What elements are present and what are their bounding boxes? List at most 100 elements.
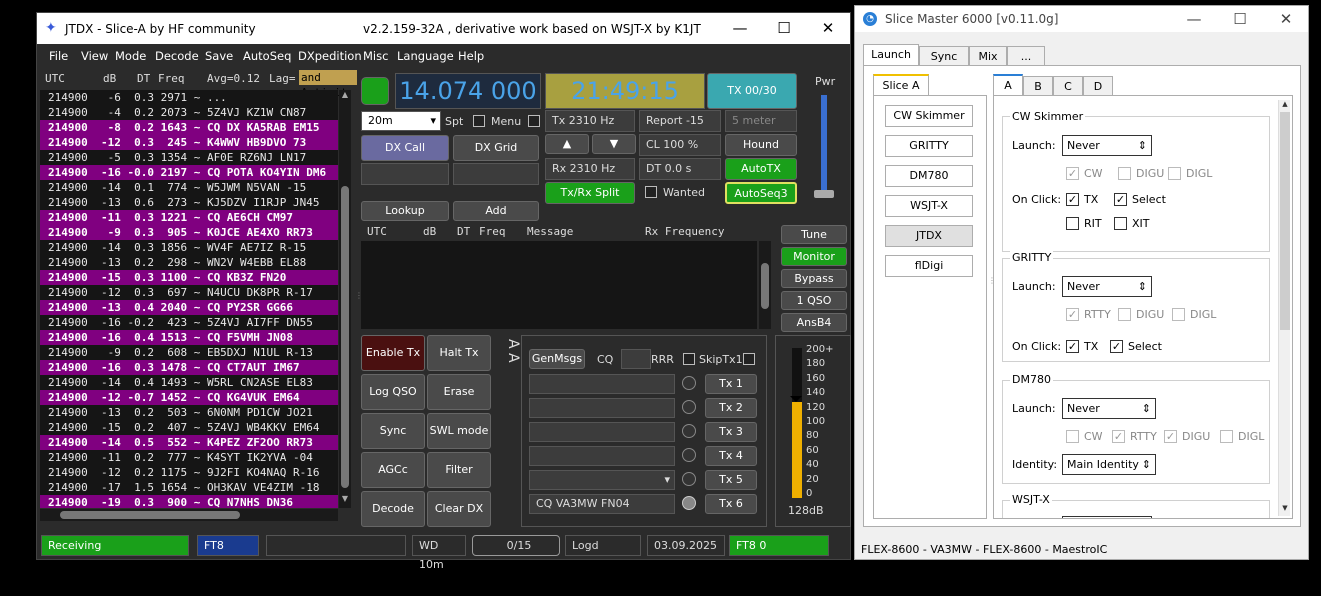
- decode-row[interactable]: 214900 -5 0.3 1354 ~ AF0E RZ6NJ LN17: [40, 150, 338, 165]
- filter-button[interactable]: Filter: [427, 452, 491, 488]
- tx6-message[interactable]: CQ VA3MW FN04: [529, 494, 675, 514]
- decode-row[interactable]: 214900 -9 0.2 608 ~ EB5DXJ N1UL R-13: [40, 345, 338, 360]
- decode-button[interactable]: Decode: [361, 491, 425, 527]
- band-activity-list[interactable]: 214900 -6 0.3 2971 ~ ... 214900 -4 0.2 20…: [40, 90, 338, 508]
- report-field[interactable]: Report -15: [639, 110, 721, 132]
- decode-row[interactable]: 214900 -13 0.6 273 ~ KJ5DZV I1RJP JN45: [40, 195, 338, 210]
- gritty-launch-select[interactable]: Never ⇕: [1062, 276, 1152, 297]
- menu-file[interactable]: File: [49, 49, 68, 63]
- tab-more[interactable]: ...: [1007, 46, 1045, 67]
- decode-row[interactable]: 214900 -14 0.1 774 ~ W5JWM N5VAN -15: [40, 180, 338, 195]
- pwr-slider[interactable]: [821, 95, 827, 195]
- splitter-handle[interactable]: ⋮: [355, 291, 363, 307]
- dt-field[interactable]: DT 0.0 s: [639, 158, 721, 180]
- menu-dxpedition[interactable]: DXpedition: [298, 49, 362, 63]
- wsjt-x-button[interactable]: WSJT-X: [885, 195, 973, 217]
- dx-call-button[interactable]: DX Call: [361, 135, 449, 161]
- decode-row[interactable]: 214900 -13 0.2 503 ~ 6N0NM PD1CW JO21: [40, 405, 338, 420]
- dx-grid-button[interactable]: DX Grid: [453, 135, 539, 161]
- dm780-cw-checkbox[interactable]: [1066, 430, 1079, 443]
- lookup-button[interactable]: Lookup: [361, 201, 449, 221]
- bypass-button[interactable]: Bypass: [781, 269, 847, 288]
- tx3-radio[interactable]: [682, 424, 696, 438]
- settings-scrollbar[interactable]: ▲ ▼: [1278, 100, 1290, 516]
- autotx-button[interactable]: AutoTX: [725, 158, 797, 180]
- decode-row[interactable]: 214900 -11 0.3 1221 ~ CQ AE6CH CM97: [40, 210, 338, 225]
- dm780-rtty-checkbox[interactable]: ✓: [1112, 430, 1125, 443]
- tx4-button[interactable]: Tx 4: [705, 446, 757, 466]
- tx3-button[interactable]: Tx 3: [705, 422, 757, 442]
- menu-mode[interactable]: Mode: [115, 49, 146, 63]
- rx-frequency-list[interactable]: [361, 241, 757, 329]
- minimize-icon[interactable]: —: [1171, 6, 1217, 32]
- erase-button[interactable]: Erase: [427, 374, 491, 410]
- cw-skimmer-button[interactable]: CW Skimmer: [885, 105, 973, 127]
- band-activity-hscroll[interactable]: [40, 509, 338, 521]
- wsjt-x-launch-select[interactable]: [1062, 516, 1152, 518]
- decode-row[interactable]: 214900 -12 -0.7 1452 ~ CQ KG4VUK EM64: [40, 390, 338, 405]
- decode-row[interactable]: 214900 -15 0.3 1100 ~ CQ KB3Z FN20: [40, 270, 338, 285]
- tx2-message[interactable]: [529, 398, 675, 418]
- tx6-button[interactable]: Tx 6: [705, 494, 757, 514]
- tab-b[interactable]: B: [1023, 76, 1053, 97]
- tx3-message[interactable]: [529, 422, 675, 442]
- tab-mix[interactable]: Mix: [969, 46, 1007, 67]
- gritty-select-checkbox[interactable]: ✓: [1110, 340, 1123, 353]
- decode-row[interactable]: 214900 -14 0.5 552 ~ K4PEZ ZF2OO RR73: [40, 435, 338, 450]
- decode-row[interactable]: 214900 -4 0.2 2073 ~ 5Z4VJ KZ1W CN87: [40, 105, 338, 120]
- rx-list-scroll[interactable]: [759, 241, 771, 329]
- decode-row[interactable]: 214900 -12 0.3 697 ~ N4UCU DK8PR R-17: [40, 285, 338, 300]
- minimize-icon[interactable]: —: [717, 13, 763, 44]
- menu-help[interactable]: Help: [458, 49, 484, 63]
- tx1-button[interactable]: Tx 1: [705, 374, 757, 394]
- dx-call-input[interactable]: [361, 163, 449, 185]
- decode-row[interactable]: 214900 -16 0.4 1513 ~ CQ F5VMH JN08: [40, 330, 338, 345]
- tx4-radio[interactable]: [682, 448, 696, 462]
- cw-digl-checkbox[interactable]: [1168, 167, 1181, 180]
- log-qso-button[interactable]: Log QSO: [361, 374, 425, 410]
- decode-row[interactable]: 214900 -19 0.3 900 ~ CQ N7NHS DN36: [40, 495, 338, 508]
- tx2-button[interactable]: Tx 2: [705, 398, 757, 418]
- fldigi-button[interactable]: flDigi: [885, 255, 973, 277]
- spt-checkbox[interactable]: [473, 115, 485, 127]
- tx-frequency[interactable]: Tx 2310 Hz: [545, 110, 635, 132]
- dm780-launch-select[interactable]: Never ⇕: [1062, 398, 1156, 419]
- tab-slice-a[interactable]: Slice A: [873, 74, 929, 96]
- decode-row[interactable]: 214900 -13 0.2 298 ~ WN2V W4EBB EL88: [40, 255, 338, 270]
- ansb4-button[interactable]: AnsB4: [781, 313, 847, 332]
- tab-d[interactable]: D: [1083, 76, 1113, 97]
- jtdx-button[interactable]: JTDX: [885, 225, 973, 247]
- decode-row[interactable]: 214900 -15 0.2 407 ~ 5Z4VJ WB4KKV EM64: [40, 420, 338, 435]
- tx1-message[interactable]: [529, 374, 675, 394]
- agcc-button[interactable]: AGCc: [361, 452, 425, 488]
- clear-dx-button[interactable]: Clear DX: [427, 491, 491, 527]
- cw-rit-checkbox[interactable]: [1066, 217, 1079, 230]
- menu-autoseq[interactable]: AutoSeq: [243, 49, 291, 63]
- decode-row[interactable]: 214900 -17 1.5 1654 ~ OH3KAV VE4ZIM -18: [40, 480, 338, 495]
- decode-row[interactable]: 214900 -9 0.3 905 ~ K0JCE AE4XO RR73: [40, 225, 338, 240]
- halt-tx-button[interactable]: Halt Tx: [427, 335, 491, 371]
- swl-mode-button[interactable]: SWL mode: [427, 413, 491, 449]
- pwr-slider-handle[interactable]: [814, 190, 834, 198]
- add-button[interactable]: Add: [453, 201, 539, 221]
- wanted-checkbox[interactable]: [645, 186, 657, 198]
- hound-button[interactable]: Hound: [725, 134, 797, 156]
- menu-decode[interactable]: Decode: [155, 49, 199, 63]
- tx4-message[interactable]: [529, 446, 675, 466]
- autoseq-button[interactable]: AutoSeq3: [725, 182, 797, 204]
- tab-launch[interactable]: Launch: [863, 44, 919, 66]
- menu-language[interactable]: Language: [397, 49, 454, 63]
- tab-a[interactable]: A: [993, 74, 1023, 96]
- cw-select-checkbox[interactable]: ✓: [1114, 193, 1127, 206]
- cw-digu-checkbox[interactable]: [1118, 167, 1131, 180]
- dm780-button[interactable]: DM780: [885, 165, 973, 187]
- tx-rx-split-button[interactable]: Tx/Rx Split: [545, 182, 635, 204]
- font-size-label[interactable]: A A: [499, 339, 521, 365]
- tx-up-icon[interactable]: ▲: [545, 134, 589, 154]
- maximize-icon[interactable]: ☐: [1217, 6, 1263, 32]
- decode-row[interactable]: 214900 -12 0.3 245 ~ K4WWV HB9DVO 73: [40, 135, 338, 150]
- sync-button[interactable]: Sync: [361, 413, 425, 449]
- one-qso-button[interactable]: 1 QSO: [781, 291, 847, 310]
- decode-row[interactable]: 214900 -14 0.3 1856 ~ WV4F AE7IZ R-15: [40, 240, 338, 255]
- gritty-digu-checkbox[interactable]: [1118, 308, 1131, 321]
